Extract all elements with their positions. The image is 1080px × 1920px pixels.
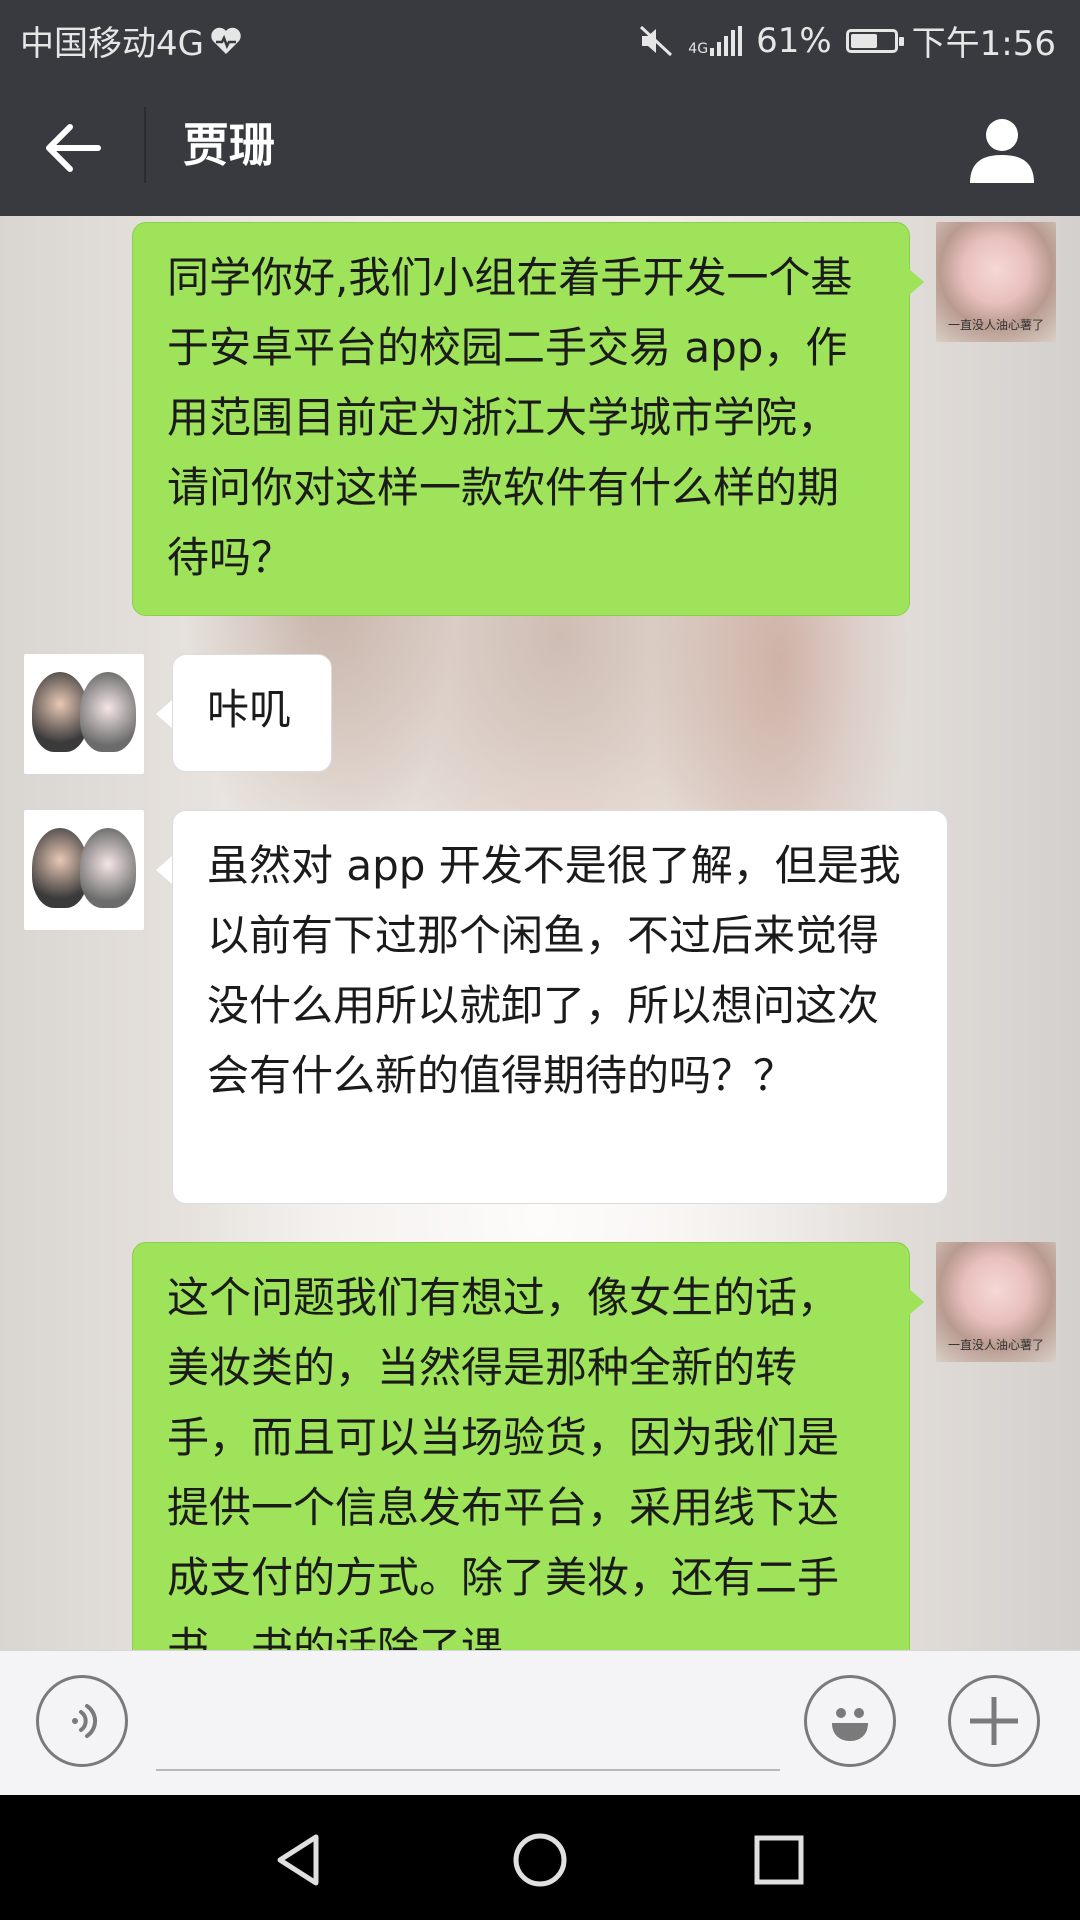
- recents-square-icon[interactable]: [744, 1825, 814, 1895]
- bubble-tail: [908, 268, 924, 296]
- avatar[interactable]: 一直没人油心薯了: [936, 1242, 1056, 1362]
- voice-button[interactable]: [36, 1675, 128, 1767]
- battery-percent: 61%: [756, 20, 832, 61]
- avatar-caption: 一直没人油心薯了: [947, 318, 1044, 332]
- emoji-icon: [832, 1708, 868, 1741]
- heart-health-icon: [211, 27, 241, 54]
- status-left: 中国移动4G: [20, 16, 242, 65]
- message-text: 虽然对 app 开发不是很了解，但是我以前有下过那个闲鱼，不过后来觉得没什么用所…: [207, 841, 901, 1100]
- message-bubble[interactable]: 虽然对 app 开发不是很了解，但是我以前有下过那个闲鱼，不过后来觉得没什么用所…: [172, 810, 948, 1204]
- input-bar: [0, 1650, 1080, 1796]
- home-circle-icon[interactable]: [505, 1825, 575, 1895]
- bubble-tail: [156, 856, 172, 884]
- status-right: 4G 61% 下午1:56: [638, 16, 1056, 65]
- chat-title: 贾珊: [183, 118, 275, 172]
- message-text: 咔叽: [207, 685, 292, 734]
- avatar-photo-right: [80, 672, 136, 752]
- message-text: 同学你好,我们小组在着手开发一个基于安卓平台的校园二手交易 app，作用范围目前…: [167, 253, 853, 582]
- message-bubble[interactable]: 咔叽: [172, 654, 332, 772]
- battery-icon: [845, 28, 904, 53]
- mute-icon: [640, 25, 673, 56]
- plus-icon: [970, 1697, 1018, 1745]
- avatar-photo-right: [80, 828, 136, 908]
- status-bar: 中国移动4G 4G 61% 下午1:56: [0, 0, 1080, 75]
- header-divider: [144, 107, 146, 183]
- back-arrow-icon[interactable]: [40, 113, 110, 183]
- network-type-label: 4G: [688, 40, 709, 57]
- carrier-label: 中国移动4G: [20, 24, 204, 64]
- bubble-tail: [908, 1288, 924, 1316]
- message-input[interactable]: [156, 1769, 780, 1771]
- clock: 下午1:56: [911, 24, 1056, 64]
- chat-header: 贾珊: [0, 75, 1080, 216]
- avatar[interactable]: 一直没人油心薯了: [936, 222, 1056, 342]
- 4g-signal-icon: 4G: [688, 25, 743, 57]
- more-button[interactable]: [948, 1675, 1040, 1767]
- message-bubble[interactable]: 同学你好,我们小组在着手开发一个基于安卓平台的校园二手交易 app，作用范围目前…: [132, 222, 910, 616]
- system-nav-bar: [0, 1795, 1080, 1920]
- bubble-tail: [156, 700, 172, 728]
- avatar-caption: 一直没人油心薯了: [947, 1338, 1044, 1352]
- signal-bars: [710, 25, 743, 56]
- chat-area[interactable]: 一直没人油心薯了 同学你好,我们小组在着手开发一个基于安卓平台的校园二手交易 a…: [0, 216, 1080, 1650]
- message-bubble[interactable]: 这个问题我们有想过，像女生的话，美妆类的，当然得是那种全新的转手，而且可以当场验…: [132, 1242, 910, 1650]
- message-text: 这个问题我们有想过，像女生的话，美妆类的，当然得是那种全新的转手，而且可以当场验…: [167, 1273, 840, 1650]
- avatar[interactable]: [24, 654, 144, 774]
- emoji-button[interactable]: [804, 1675, 896, 1767]
- voice-icon: [72, 1704, 97, 1738]
- back-triangle-icon[interactable]: [266, 1825, 336, 1895]
- battery-fill: [850, 33, 877, 48]
- profile-icon[interactable]: [964, 111, 1040, 187]
- avatar[interactable]: [24, 810, 144, 930]
